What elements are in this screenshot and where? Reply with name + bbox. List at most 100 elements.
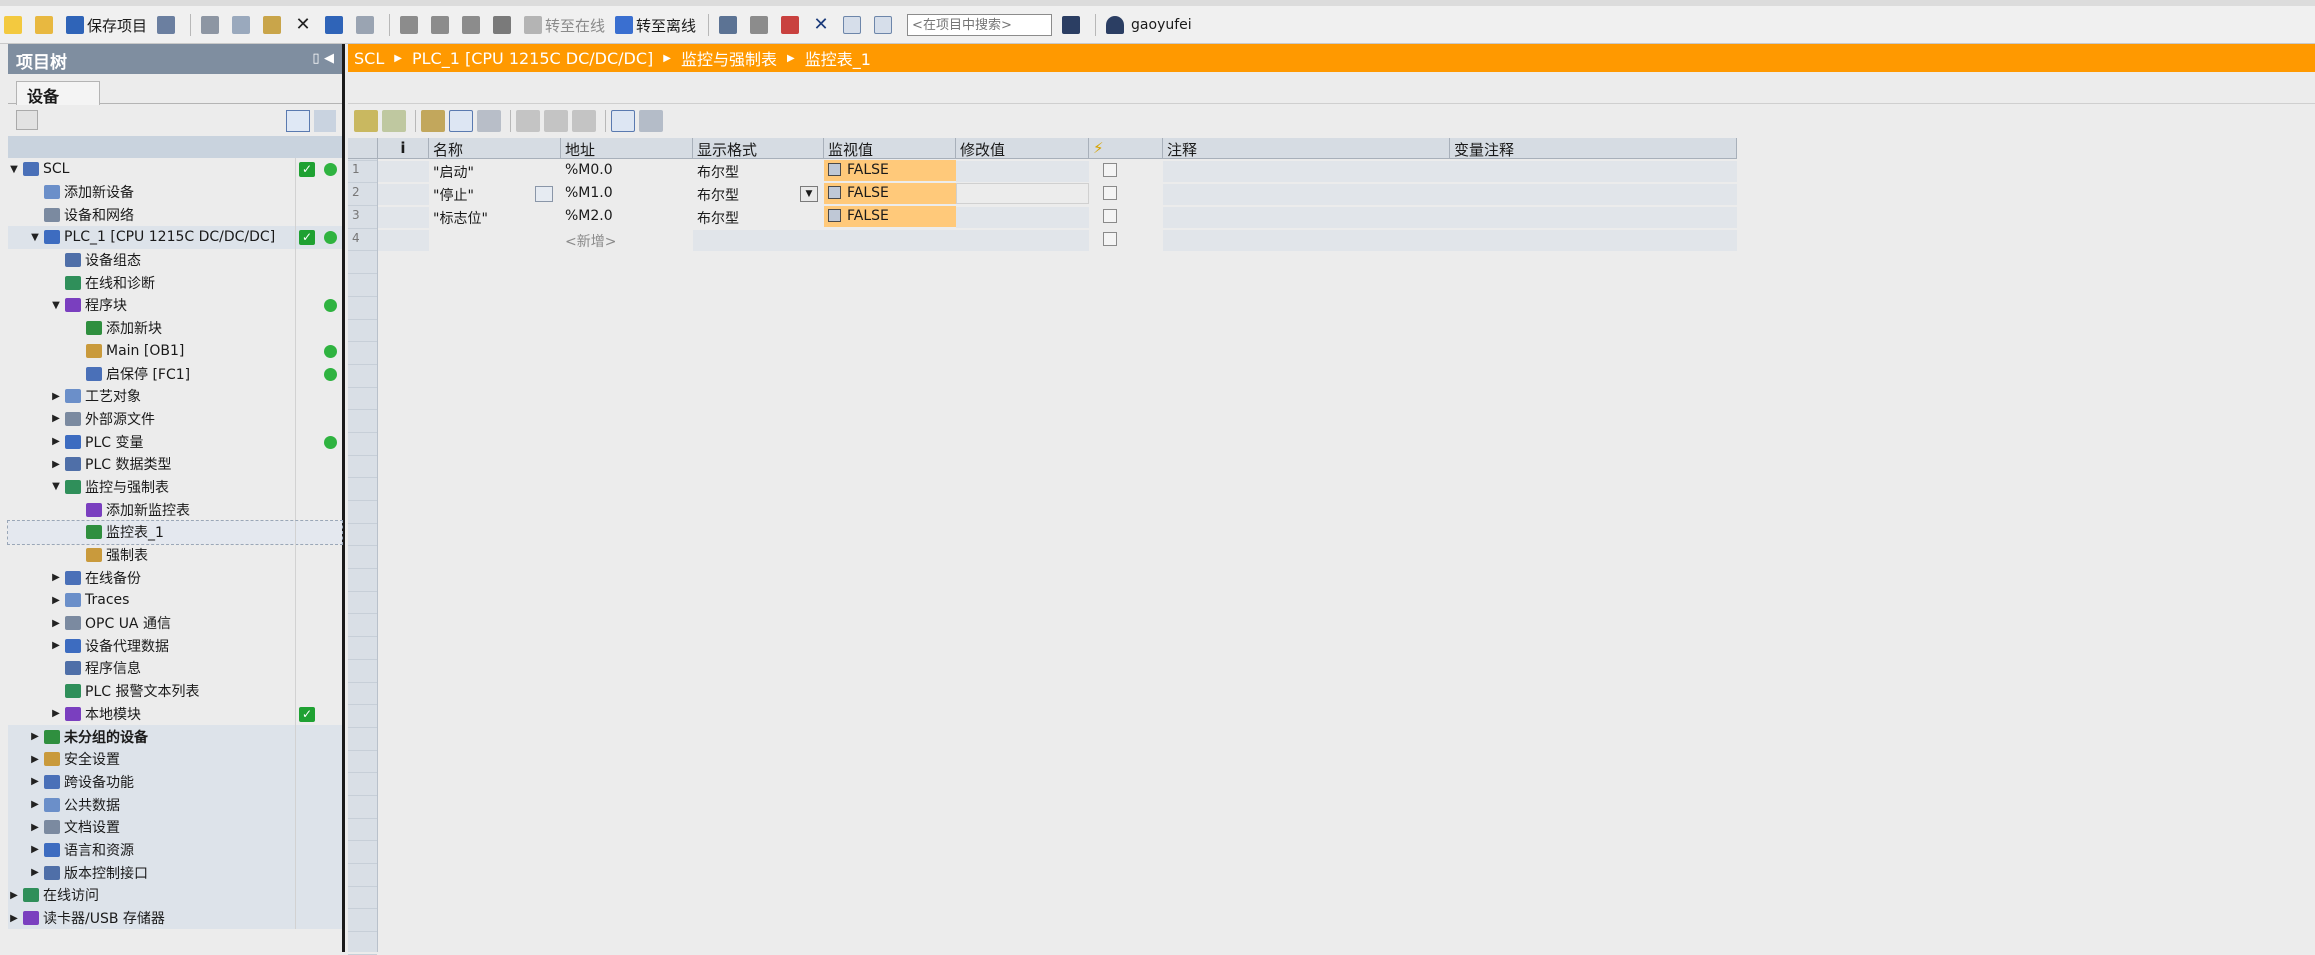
download-button[interactable] <box>427 11 456 39</box>
tree-item[interactable]: 添加新监控表 <box>8 498 342 521</box>
modify-value-icon[interactable] <box>421 110 445 132</box>
expand-right-icon[interactable]: ▶ <box>50 391 62 402</box>
tree-item[interactable]: ▶ 文档设置 <box>8 815 342 839</box>
enable-peripheral-icon[interactable] <box>572 110 596 132</box>
expand-down-icon[interactable]: ▼ <box>8 164 20 175</box>
tree-item[interactable]: 设备和网络 <box>8 203 342 227</box>
tree-item[interactable]: ▼ 监控与强制表 <box>8 475 342 499</box>
tree-item[interactable]: ▶ 读卡器/USB 存储器 <box>8 906 342 930</box>
column-header-display-format[interactable]: 显示格式 <box>693 138 824 159</box>
expand-down-icon[interactable]: ▼ <box>29 232 41 243</box>
expand-right-icon[interactable]: ▶ <box>50 595 62 606</box>
split-vertical-button[interactable] <box>870 11 899 39</box>
insert-row-icon[interactable] <box>354 110 378 132</box>
expand-right-icon[interactable]: ▶ <box>8 890 20 901</box>
tree-item[interactable]: 程序信息 <box>8 657 342 680</box>
tag-comment-cell[interactable] <box>1450 161 1737 182</box>
column-header-comment[interactable]: 注释 <box>1163 138 1450 159</box>
expand-down-icon[interactable]: ▼ <box>50 481 62 492</box>
tree-item[interactable]: ▶ PLC 数据类型 <box>8 452 342 476</box>
add-row-icon[interactable] <box>382 110 406 132</box>
column-header-address[interactable]: 地址 <box>561 138 693 159</box>
address-cell[interactable]: %M0.0 <box>561 160 693 181</box>
expand-right-icon[interactable]: ▶ <box>29 776 41 787</box>
modify-checkbox[interactable] <box>1103 209 1117 223</box>
comment-cell[interactable] <box>1163 207 1450 228</box>
tree-item[interactable]: Main [OB1] <box>8 339 342 363</box>
tree-item[interactable]: ▶ 版本控制接口 <box>8 861 342 884</box>
table-row-new[interactable]: 4 <新增> <box>348 229 1737 252</box>
expand-right-icon[interactable]: ▶ <box>29 867 41 878</box>
expand-right-icon[interactable]: ▶ <box>29 799 41 810</box>
monitor-once-icon[interactable] <box>639 110 663 132</box>
tree-item[interactable]: ▶ 跨设备功能 <box>8 770 342 794</box>
modify-value-cell[interactable] <box>956 207 1089 228</box>
modify-now-icon[interactable] <box>516 110 540 132</box>
collapse-panel-icon[interactable]: ▯ ◀ <box>312 51 334 66</box>
search-button[interactable] <box>1058 11 1087 39</box>
comment-cell[interactable] <box>1163 230 1450 251</box>
tree-item[interactable]: 监控表_1 <box>7 520 343 545</box>
open-project-button[interactable] <box>31 11 60 39</box>
table-row[interactable]: 1 "启动" %M0.0 布尔型 FALSE <box>348 160 1737 183</box>
column-header-monitor-value[interactable]: 监视值 <box>824 138 956 159</box>
modify-checkbox[interactable] <box>1103 163 1117 177</box>
table-row[interactable]: 3 "标志位" %M2.0 布尔型 FALSE <box>348 206 1737 229</box>
stop-cpu-button[interactable] <box>777 11 806 39</box>
breadcrumb-watch-table[interactable]: 监控表_1 <box>805 46 871 70</box>
tree-item[interactable]: ▶ 外部源文件 <box>8 407 342 431</box>
tree-item[interactable]: PLC 报警文本列表 <box>8 679 342 703</box>
redo-button[interactable] <box>352 11 381 39</box>
tree-item[interactable]: ▶ 本地模块 ✓ <box>8 702 342 726</box>
tag-comment-cell[interactable] <box>1450 230 1737 251</box>
expand-right-icon[interactable]: ▶ <box>50 572 62 583</box>
go-online-button[interactable]: 转至在线 <box>520 11 609 39</box>
tree-item[interactable]: 设备组态 <box>8 248 342 272</box>
undo-button[interactable] <box>321 11 350 39</box>
table-row[interactable]: 2 "停止" %M1.0 布尔型 ▼ FALSE <box>348 183 1737 206</box>
breadcrumb-watch-force-tables[interactable]: 监控与强制表 <box>681 46 777 70</box>
comment-cell[interactable] <box>1163 161 1450 182</box>
column-header-tag-comment[interactable]: 变量注释 <box>1450 138 1737 159</box>
display-format-cell[interactable]: 布尔型 ▼ <box>693 183 824 204</box>
breadcrumb-plc[interactable]: PLC_1 [CPU 1215C DC/DC/DC] <box>412 49 653 68</box>
tag-comment-cell[interactable] <box>1450 207 1737 228</box>
tree-item[interactable]: ▼ 程序块 <box>8 294 342 317</box>
cut-button[interactable] <box>197 11 226 39</box>
address-cell[interactable]: %M2.0 <box>561 206 693 227</box>
tree-item[interactable]: 强制表 <box>8 543 342 567</box>
modify-value-cell[interactable] <box>956 230 1089 251</box>
breadcrumb-project[interactable]: SCL <box>354 49 384 68</box>
tree-item[interactable]: 启保停 [FC1] <box>8 362 342 385</box>
simulation-button[interactable] <box>489 11 518 39</box>
expand-right-icon[interactable]: ▶ <box>29 731 41 742</box>
add-new-cell[interactable]: <新增> <box>561 229 693 250</box>
tree-item[interactable]: ▼ PLC_1 [CPU 1215C DC/DC/DC] ✓ <box>8 226 342 249</box>
upload-button[interactable] <box>458 11 487 39</box>
copy-button[interactable] <box>228 11 257 39</box>
tree-item[interactable]: ▶ 未分组的设备 <box>8 725 342 748</box>
expand-right-icon[interactable]: ▶ <box>50 413 62 424</box>
tree-item[interactable]: ▶ 在线访问 <box>8 884 342 907</box>
tab-devices[interactable]: 设备 <box>16 81 100 106</box>
display-format-cell[interactable]: 布尔型 <box>693 160 824 181</box>
expand-right-icon[interactable]: ▶ <box>29 822 41 833</box>
column-header-modify-flag[interactable]: ⚡ <box>1089 138 1163 159</box>
project-search-input[interactable] <box>907 14 1053 36</box>
expand-right-icon[interactable]: ▶ <box>8 913 20 924</box>
name-cell[interactable]: "启动" <box>429 160 561 181</box>
tag-comment-cell[interactable] <box>1450 184 1737 205</box>
tree-options-icon[interactable] <box>314 110 336 132</box>
cross-reference-button[interactable]: ✕ <box>808 11 837 39</box>
tree-item[interactable]: ▶ 公共数据 <box>8 793 342 816</box>
tree-item[interactable]: ▶ 工艺对象 <box>8 384 342 408</box>
expand-right-icon[interactable]: ▶ <box>50 618 62 629</box>
tree-item[interactable]: ▶ 安全设置 <box>8 747 342 771</box>
tree-item[interactable]: ▶ 语言和资源 <box>8 838 342 862</box>
tree-item[interactable]: ▶ 在线备份 <box>8 566 342 590</box>
expand-right-icon[interactable]: ▶ <box>50 640 62 651</box>
column-header-name[interactable]: 名称 <box>429 138 561 159</box>
name-cell[interactable] <box>429 229 561 250</box>
modify-value-cell[interactable] <box>956 161 1089 182</box>
expand-right-icon[interactable]: ▶ <box>50 436 62 447</box>
